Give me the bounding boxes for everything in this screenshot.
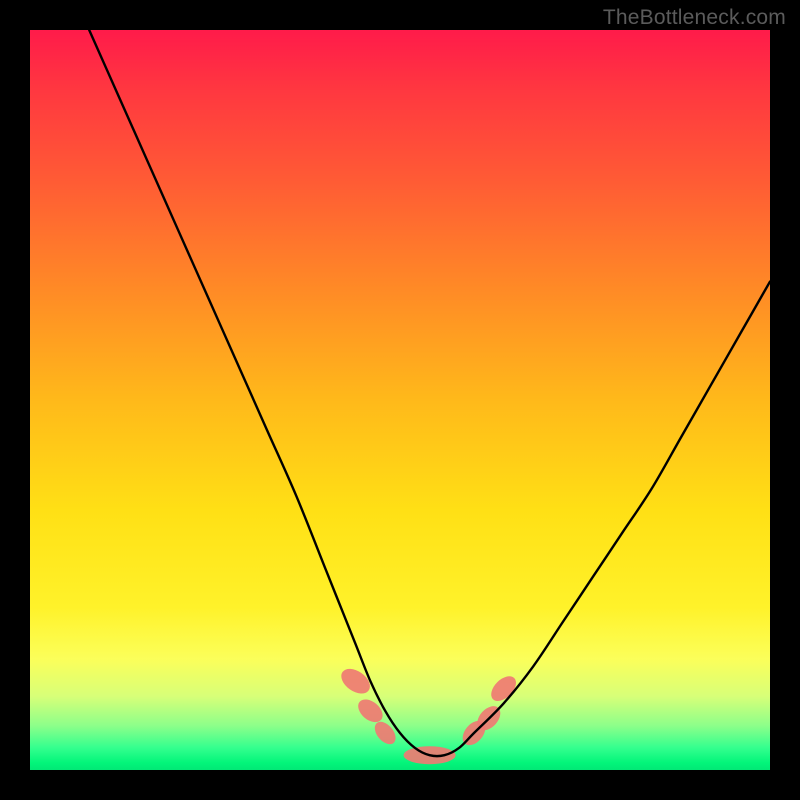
plot-area [30, 30, 770, 770]
watermark-text: TheBottleneck.com [603, 6, 786, 30]
chart-frame: TheBottleneck.com [0, 0, 800, 800]
marker-left-upper [337, 664, 375, 699]
bottleneck-curve [89, 30, 770, 756]
chart-svg [30, 30, 770, 770]
marker-left-low [371, 718, 400, 748]
